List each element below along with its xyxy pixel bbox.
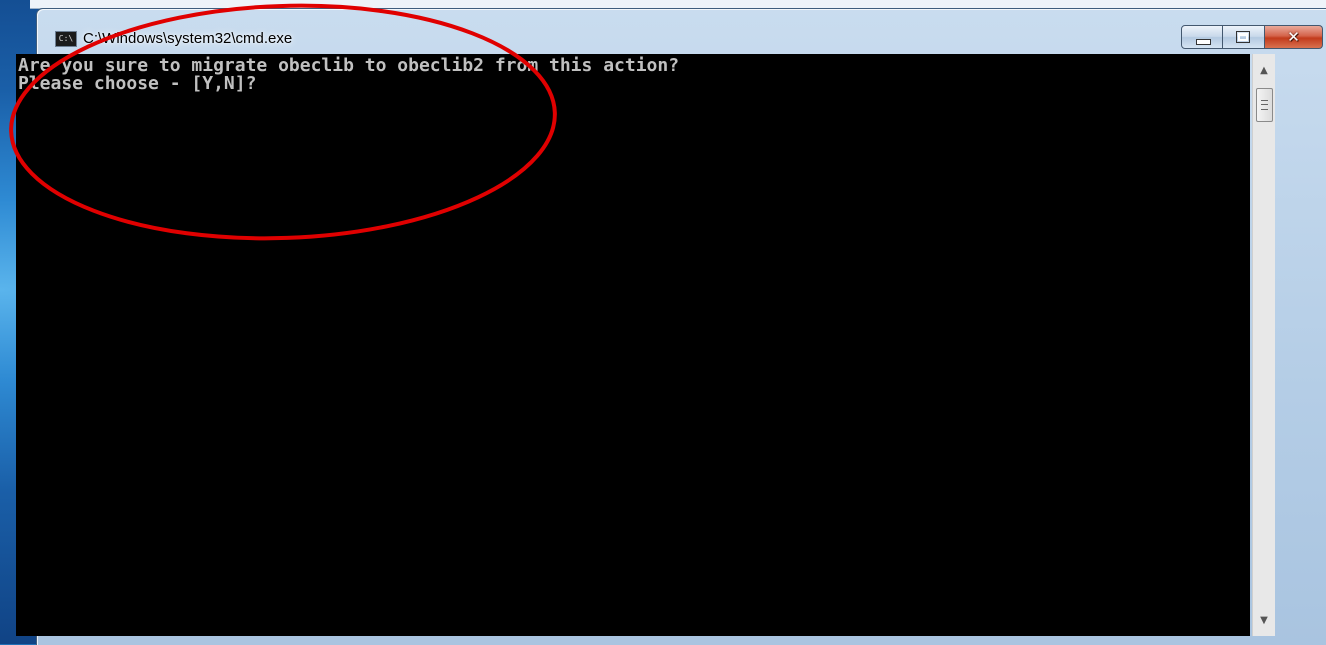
maximize-button[interactable] <box>1223 25 1265 49</box>
console-line-prompt-choice: Please choose - [Y,N]? <box>18 73 257 94</box>
scroll-down-icon[interactable]: ▼ <box>1253 610 1275 632</box>
close-icon: ✕ <box>1287 28 1300 46</box>
scroll-thumb[interactable] <box>1256 88 1273 122</box>
maximize-icon <box>1236 31 1250 43</box>
caption-buttons: ✕ <box>1181 25 1323 51</box>
thumb-grip-icon <box>1261 100 1268 110</box>
minimize-icon <box>1196 39 1211 45</box>
cmd-app-icon[interactable]: C:\ <box>55 31 77 47</box>
scroll-up-icon[interactable]: ▲ <box>1253 60 1275 82</box>
window-title: C:\Windows\system32\cmd.exe <box>83 30 293 47</box>
minimize-button[interactable] <box>1181 25 1223 49</box>
vertical-scrollbar[interactable]: ▲ ▼ <box>1252 54 1275 636</box>
close-button[interactable]: ✕ <box>1265 25 1323 49</box>
console-output[interactable]: Are you sure to migrate obeclib to obecl… <box>16 54 1250 636</box>
console-text-area: Are you sure to migrate obeclib to obecl… <box>16 54 1250 93</box>
